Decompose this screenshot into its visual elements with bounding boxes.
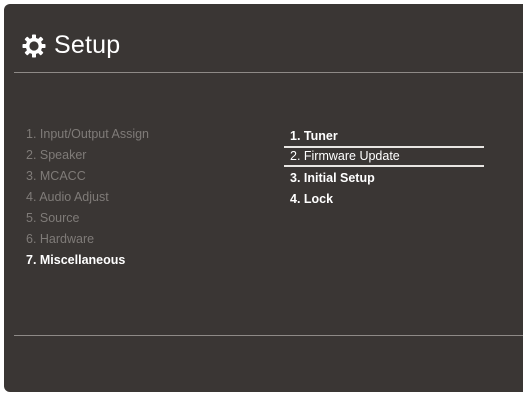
category-item-source[interactable]: 5. Source <box>26 208 149 229</box>
category-item-input-output-assign[interactable]: 1. Input/Output Assign <box>26 124 149 145</box>
header: Setup <box>4 4 523 74</box>
category-item-audio-adjust[interactable]: 4. Audio Adjust <box>26 187 149 208</box>
category-item-mcacc[interactable]: 3. MCACC <box>26 166 149 187</box>
page-title: Setup <box>54 31 121 59</box>
category-item-hardware[interactable]: 6. Hardware <box>26 229 149 250</box>
category-menu: 1. Input/Output Assign 2. Speaker 3. MCA… <box>26 124 149 271</box>
submenu-item-firmware-update[interactable]: 2. Firmware Update <box>284 146 484 167</box>
submenu-item-tuner[interactable]: 1. Tuner <box>284 126 484 147</box>
header-divider <box>14 72 523 73</box>
submenu-item-lock[interactable]: 4. Lock <box>284 189 484 210</box>
category-item-miscellaneous[interactable]: 7. Miscellaneous <box>26 250 149 271</box>
footer-divider <box>14 335 523 336</box>
submenu: 1. Tuner 2. Firmware Update 3. Initial S… <box>284 126 484 210</box>
setup-screen: Setup 1. Input/Output Assign 2. Speaker … <box>4 4 523 392</box>
category-item-speaker[interactable]: 2. Speaker <box>26 145 149 166</box>
gear-icon <box>22 34 46 58</box>
submenu-item-initial-setup[interactable]: 3. Initial Setup <box>284 168 484 189</box>
